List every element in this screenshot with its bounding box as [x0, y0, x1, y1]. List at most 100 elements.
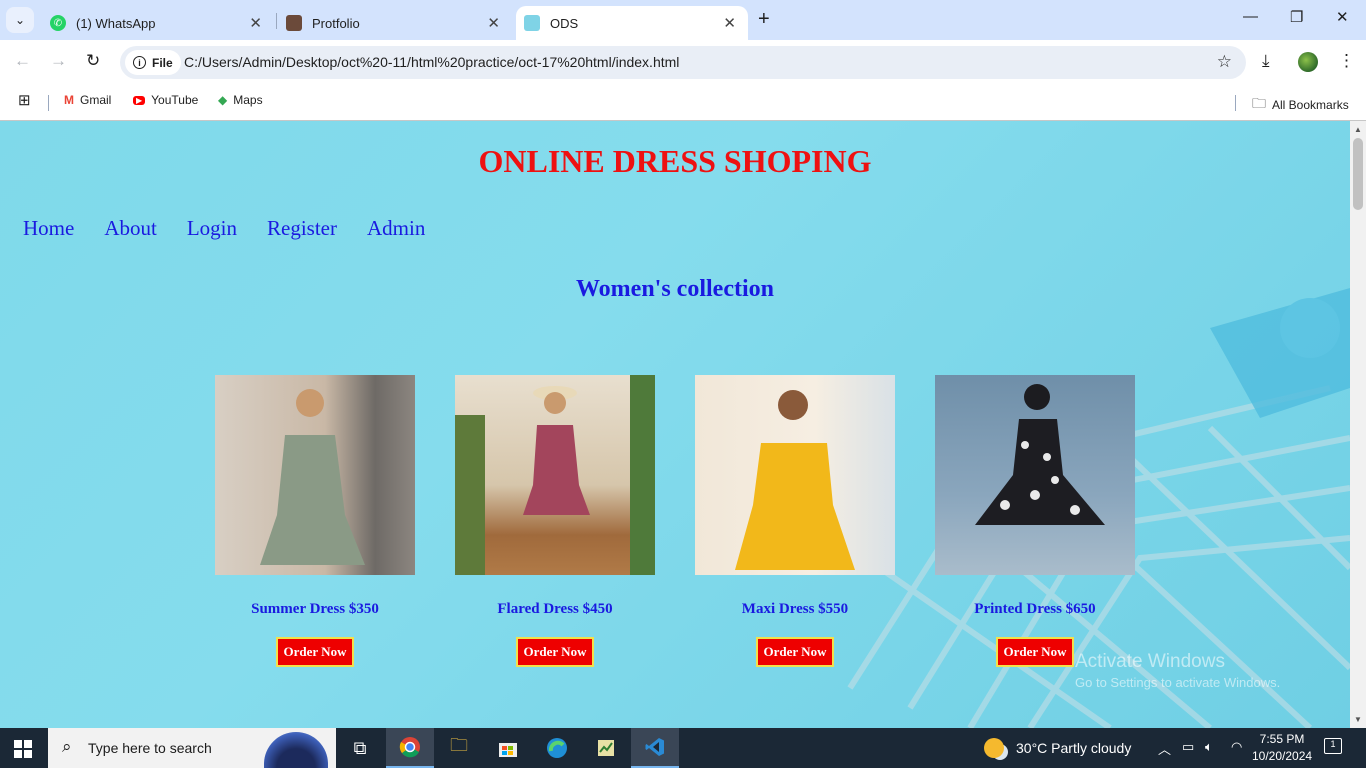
chevron-up-icon[interactable]: ︿ [1158, 739, 1171, 758]
tab-search-button[interactable]: ⌄ [6, 7, 34, 33]
product-card-printed-dress: Printed Dress $650 Order Now [935, 375, 1135, 667]
tab-title: (1) WhatsApp [76, 15, 156, 31]
nav-home-link[interactable]: Home [23, 216, 74, 241]
edge-icon[interactable] [533, 728, 581, 768]
forward-icon[interactable]: → [50, 51, 67, 71]
nav-about-link[interactable]: About [104, 216, 157, 241]
battery-icon[interactable]: ▭ [1182, 739, 1194, 755]
close-tab-icon[interactable]: ✕ [487, 14, 500, 32]
bookmark-label: Gmail [80, 93, 112, 107]
product-card-flared-dress: Flared Dress $450 Order Now [455, 375, 655, 667]
tab-title: Protfolio [312, 15, 360, 31]
nav-register-link[interactable]: Register [267, 216, 337, 241]
volume-icon[interactable]: 🔈︎ [1205, 739, 1213, 755]
file-explorer-icon[interactable]: 🗀 [435, 728, 483, 768]
reload-icon[interactable]: ↻ [86, 51, 100, 71]
tab-title: ODS [550, 15, 579, 31]
product-name: Printed Dress $650 [974, 601, 1096, 617]
bookmark-label: YouTube [151, 93, 199, 107]
task-view-icon[interactable]: ⧉ [336, 728, 384, 768]
order-now-button[interactable]: Order Now [275, 637, 355, 667]
tab-whatsapp[interactable]: ✆ (1) WhatsApp ✕ [40, 6, 274, 40]
windows-taskbar: ⌕ Type here to search ⧉ 🗀 30°C Partly cl… [0, 728, 1366, 768]
notification-center-icon[interactable]: 1 [1324, 738, 1342, 754]
order-now-button[interactable]: Order Now [995, 637, 1075, 667]
scroll-down-icon[interactable]: ▼ [1354, 715, 1362, 724]
product-image[interactable] [215, 375, 415, 575]
windows-start-icon[interactable] [14, 740, 32, 758]
avatar[interactable] [1298, 52, 1318, 72]
product-card-maxi-dress: Maxi Dress $550 Order Now [695, 375, 895, 667]
site-info-chip[interactable]: i File [125, 50, 181, 75]
folder-icon: 🗀 [1252, 95, 1266, 111]
bookmark-maps[interactable]: ◆ Maps [218, 93, 263, 107]
taskbar-search[interactable]: ⌕ Type here to search [48, 728, 336, 768]
weather-widget[interactable]: 30°C Partly cloudy [984, 738, 1131, 758]
activate-windows-watermark: Activate Windows Go to Settings to activ… [1075, 651, 1280, 690]
store-icon[interactable] [484, 728, 532, 768]
watermark-line-2: Go to Settings to activate Windows. [1075, 675, 1281, 690]
tab-portfolio[interactable]: Protfolio ✕ [278, 6, 512, 40]
product-image[interactable] [935, 375, 1135, 575]
page-scrollbar[interactable]: ▲ ▼ [1350, 121, 1366, 728]
scroll-thumb[interactable] [1353, 138, 1363, 210]
site-title: ONLINE DRESS SHOPING [478, 143, 872, 179]
close-tab-icon[interactable]: ✕ [249, 14, 262, 32]
bookmark-star-icon[interactable]: ☆ [1217, 52, 1232, 72]
order-now-button[interactable]: Order Now [755, 637, 835, 667]
wifi-icon[interactable]: ◠ [1231, 739, 1242, 755]
new-tab-button[interactable]: + [758, 8, 770, 31]
bookmark-label: Maps [233, 93, 263, 107]
gmail-icon: M [64, 93, 74, 107]
nav-admin-link[interactable]: Admin [367, 216, 425, 241]
order-now-button[interactable]: Order Now [515, 637, 595, 667]
maps-icon: ◆ [218, 93, 228, 107]
system-clock[interactable]: 7:55 PM 10/20/2024 [1252, 731, 1312, 765]
whatsapp-icon: ✆ [50, 15, 66, 31]
minimize-icon[interactable]: — [1243, 8, 1258, 25]
scheme-label: File [152, 55, 173, 70]
all-bookmarks-button[interactable]: 🗀 All Bookmarks [1252, 93, 1349, 117]
url-text[interactable]: C:/Users/Admin/Desktop/oct%20-11/html%20… [184, 54, 679, 70]
bookmark-separator [48, 95, 49, 111]
product-image[interactable] [455, 375, 655, 575]
product-card-summer-dress: Summer Dress $350 Order Now [215, 375, 415, 667]
search-highlight-image [264, 732, 328, 768]
all-bookmarks-label: All Bookmarks [1272, 98, 1349, 112]
chrome-icon[interactable] [386, 728, 434, 768]
clock-date: 10/20/2024 [1252, 749, 1313, 763]
browser-toolbar: ← → ↻ i File C:/Users/Admin/Desktop/oct%… [0, 40, 1366, 85]
product-name: Summer Dress $350 [251, 601, 379, 617]
bookmark-separator [1235, 95, 1236, 111]
product-name: Flared Dress $450 [497, 601, 613, 617]
watermark-line-1: Activate Windows [1075, 651, 1225, 672]
notification-count: 1 [1330, 739, 1336, 749]
close-tab-icon[interactable]: ✕ [723, 14, 736, 32]
page-viewport: ONLINE DRESS SHOPING Home About Login Re… [0, 121, 1350, 728]
info-icon: i [133, 56, 146, 69]
clock-time: 7:55 PM [1259, 732, 1305, 746]
nav-login-link[interactable]: Login [187, 216, 237, 241]
product-image[interactable] [695, 375, 895, 575]
tab-ods[interactable]: ODS ✕ [516, 6, 748, 40]
tab-separator [276, 13, 277, 29]
chart-app-icon[interactable] [582, 728, 630, 768]
bookmark-youtube[interactable]: ▶ YouTube [133, 93, 198, 107]
apps-grid-icon[interactable]: ⊞ [18, 91, 31, 109]
search-icon: ⌕ [62, 737, 72, 756]
scroll-up-icon[interactable]: ▲ [1354, 125, 1362, 134]
main-nav: Home About Login Register Admin [23, 216, 455, 241]
portfolio-favicon [286, 15, 302, 31]
close-window-icon[interactable]: ✕ [1336, 8, 1349, 26]
vscode-icon[interactable] [631, 728, 679, 768]
bookmark-gmail[interactable]: M Gmail [64, 93, 111, 107]
address-bar[interactable]: i File C:/Users/Admin/Desktop/oct%20-11/… [120, 46, 1246, 79]
page-favicon [524, 15, 540, 31]
youtube-icon: ▶ [133, 95, 146, 105]
partly-cloudy-icon [984, 738, 1004, 758]
restore-icon[interactable]: ❐ [1290, 8, 1303, 26]
more-menu-icon[interactable]: ⋮ [1338, 51, 1355, 71]
download-icon[interactable]: ⤓ [1262, 51, 1270, 71]
back-icon[interactable]: ← [14, 51, 31, 71]
collection-heading: Women's collection [576, 276, 774, 302]
